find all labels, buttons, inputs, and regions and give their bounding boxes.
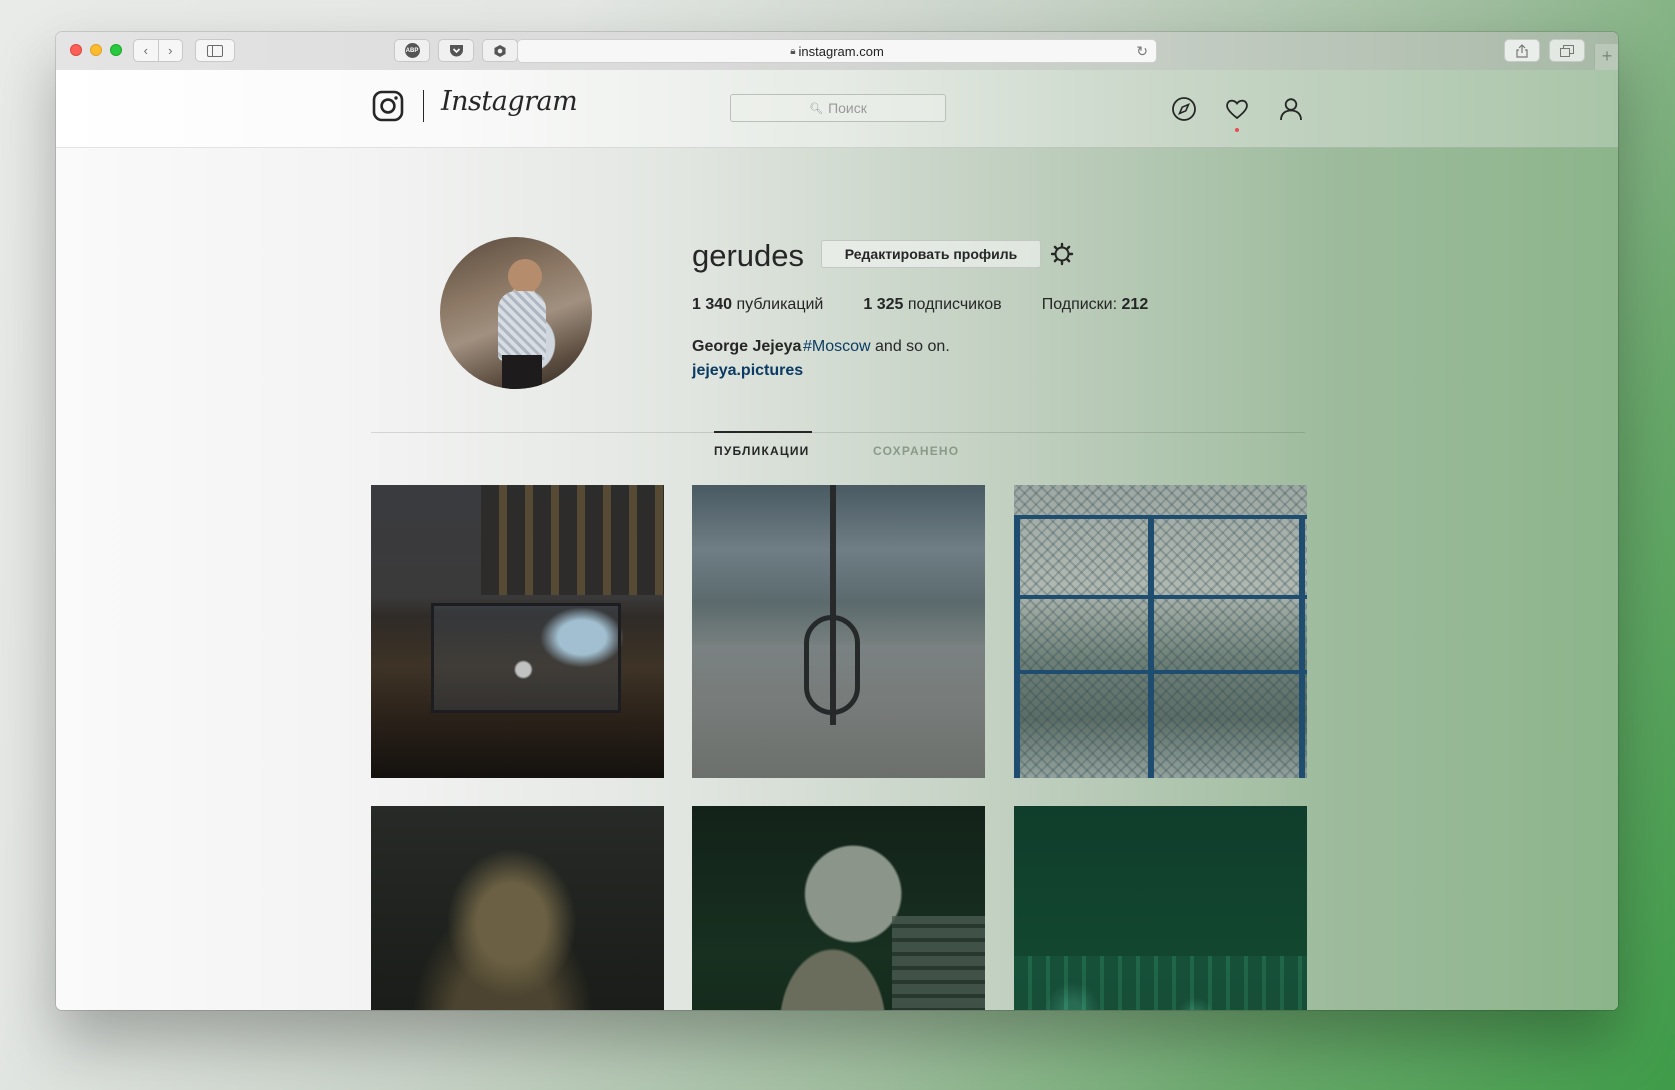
bio-full-name: George Jejeya — [692, 338, 802, 355]
followers-count: 1 325 — [863, 296, 904, 313]
following-stat[interactable]: Подписки: 212 — [1042, 296, 1149, 314]
instagram-page: Instagram 🔍︎ Поиск gerudes Редактировать… — [56, 70, 1618, 1010]
posts-stat: 1 340 публикаций — [692, 296, 823, 314]
minimize-window-button[interactable] — [90, 44, 102, 56]
post-thumbnail[interactable] — [1014, 806, 1307, 1010]
search-input[interactable]: 🔍︎ Поиск — [730, 94, 946, 122]
tabs-divider — [371, 432, 1305, 433]
posts-count: 1 340 — [692, 296, 733, 313]
following-count: 212 — [1121, 296, 1149, 313]
post-thumbnail[interactable] — [371, 806, 664, 1010]
share-button[interactable] — [1504, 39, 1540, 62]
profile-user-icon[interactable] — [1278, 96, 1304, 122]
adblock-extension-button[interactable]: ABP — [394, 39, 430, 62]
back-icon[interactable]: ‹ — [134, 40, 158, 61]
bio-hashtag-link[interactable]: #Moscow — [803, 338, 871, 355]
active-tab-indicator — [714, 431, 812, 433]
zoom-window-button[interactable] — [110, 44, 122, 56]
followers-stat[interactable]: 1 325 подписчиков — [863, 296, 1001, 314]
hexagon-extension-button[interactable] — [482, 39, 518, 62]
hexagon-icon — [494, 44, 506, 57]
bio-rest-text: and so on. — [875, 338, 950, 355]
photo-fence-post — [1148, 515, 1154, 778]
sidebar-icon — [207, 44, 223, 57]
photo-bus-shelter — [431, 603, 621, 713]
logo-divider — [423, 90, 424, 122]
followers-label: подписчиков — [907, 296, 1002, 313]
history-nav: ‹ › — [133, 39, 183, 62]
settings-gear-icon[interactable] — [1050, 242, 1074, 266]
address-bar[interactable]: 🔒︎ instagram.com ↻ — [517, 39, 1157, 63]
search-icon: 🔍︎ — [809, 102, 824, 115]
photo-cable-coil — [804, 615, 860, 715]
photo-fence-rail — [1014, 595, 1307, 599]
avatar-person-head — [508, 259, 542, 293]
tab-posts[interactable]: ПУБЛИКАЦИИ — [714, 444, 809, 458]
activity-heart-icon[interactable] — [1224, 96, 1250, 122]
tab-overview-button[interactable] — [1549, 39, 1585, 62]
profile-username: gerudes — [692, 238, 805, 273]
adblock-icon: ABP — [404, 43, 420, 58]
browser-toolbar: ‹ › ABP 🔒︎ instagram.com ↻ + — [56, 32, 1618, 71]
forward-icon[interactable]: › — [159, 40, 183, 61]
photo-fence-post — [1299, 515, 1305, 778]
close-window-button[interactable] — [70, 44, 82, 56]
instagram-header: Instagram 🔍︎ Поиск — [56, 70, 1618, 148]
reload-icon[interactable]: ↻ — [1136, 43, 1148, 60]
post-thumbnail[interactable] — [692, 485, 985, 778]
photo-keyboard — [892, 916, 985, 1010]
instagram-wordmark[interactable]: Instagram — [441, 86, 578, 117]
edit-profile-button[interactable]: Редактировать профиль — [821, 240, 1041, 268]
post-thumbnail[interactable] — [371, 485, 664, 778]
share-icon — [1516, 43, 1528, 58]
tab-saved[interactable]: СОХРАНЕНО — [873, 444, 959, 458]
bio-text: #Moscow and so on. — [803, 338, 950, 356]
avatar[interactable] — [440, 237, 592, 389]
photo-building — [481, 485, 664, 595]
bio-website-link[interactable]: jejeya.pictures — [692, 362, 803, 380]
notification-dot — [1235, 128, 1239, 132]
photo-city-lights — [1014, 956, 1307, 1010]
posts-label: публикаций — [736, 296, 824, 313]
lock-icon: 🔒︎ — [790, 45, 796, 57]
search-placeholder: Поиск — [828, 100, 867, 116]
pocket-extension-button[interactable] — [438, 39, 474, 62]
following-label: Подписки: — [1041, 296, 1118, 313]
post-thumbnail[interactable] — [1014, 485, 1307, 778]
photo-fence-post — [1014, 515, 1020, 778]
photo-fence-rail — [1014, 670, 1307, 674]
address-url: instagram.com — [798, 43, 884, 59]
avatar-person-shirt — [498, 291, 546, 361]
avatar-person-legs — [502, 355, 542, 389]
pocket-icon — [449, 44, 463, 56]
instagram-camera-icon[interactable] — [372, 90, 404, 122]
profile-stats: 1 340 публикаций 1 325 подписчиков Подпи… — [692, 296, 1188, 314]
new-tab-button[interactable]: + — [1594, 44, 1618, 70]
photo-fence-rail — [1014, 515, 1307, 519]
tabs-icon — [1560, 44, 1574, 57]
browser-window: ‹ › ABP 🔒︎ instagram.com ↻ + Instagram 🔍… — [56, 32, 1618, 1010]
explore-compass-icon[interactable] — [1171, 96, 1197, 122]
post-thumbnail[interactable] — [692, 806, 985, 1010]
sidebar-toggle-button[interactable] — [195, 39, 235, 62]
